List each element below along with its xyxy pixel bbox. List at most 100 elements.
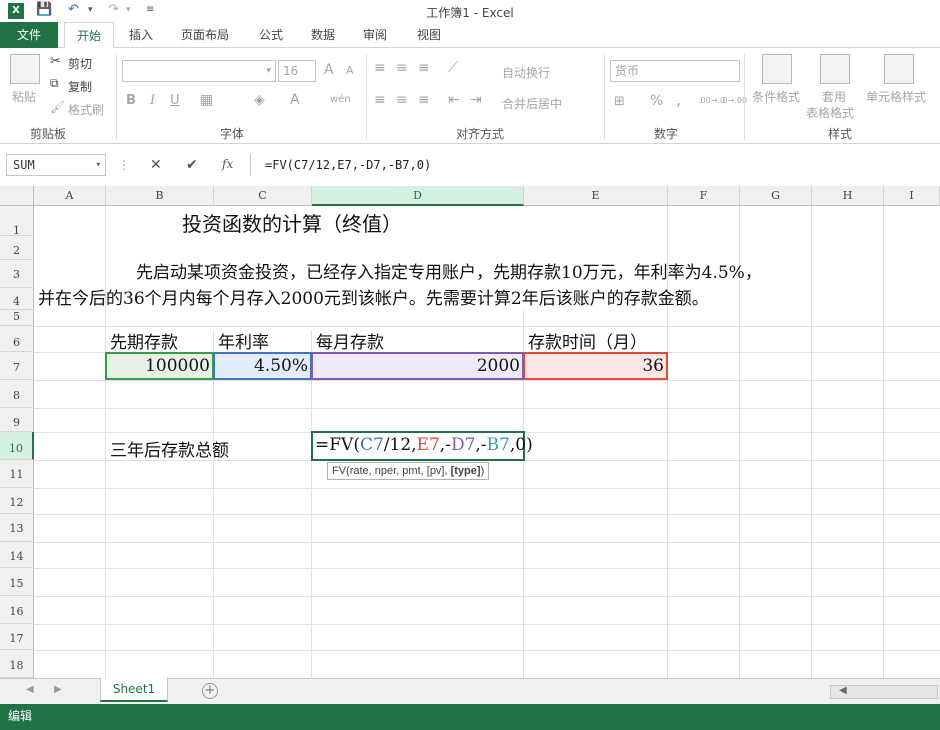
- align-center-icon[interactable]: ≡: [396, 92, 408, 108]
- cell-d6[interactable]: 每月存款: [316, 328, 384, 353]
- select-all-corner[interactable]: [0, 186, 34, 206]
- cell-c6[interactable]: 年利率: [218, 328, 269, 353]
- insert-function-icon[interactable]: fx: [222, 157, 233, 171]
- cell-e7[interactable]: 36: [524, 356, 664, 376]
- scroll-left-icon[interactable]: ◀: [839, 685, 847, 696]
- cell-b6[interactable]: 先期存款: [110, 328, 178, 353]
- comma-button[interactable]: ,: [676, 90, 681, 109]
- wrap-text-button[interactable]: 自动换行: [502, 64, 550, 81]
- cut-button[interactable]: 剪切: [68, 55, 92, 72]
- cell-b7[interactable]: 100000: [106, 356, 210, 376]
- cell-description-line1[interactable]: 先启动某项资金投资，已经存入指定专用账户，先期存款10万元，年利率为4.5%，: [136, 258, 762, 283]
- font-size-combo[interactable]: 16: [278, 60, 316, 82]
- tab-view[interactable]: 视图: [408, 22, 450, 48]
- row-header-11[interactable]: 11: [0, 460, 34, 488]
- grow-font-button[interactable]: A: [324, 62, 334, 78]
- row-header-4[interactable]: 4: [0, 288, 34, 310]
- tab-insert[interactable]: 插入: [118, 22, 164, 48]
- row-header-10[interactable]: 10: [0, 432, 34, 460]
- number-format-combo[interactable]: 货币: [610, 60, 740, 82]
- percent-button[interactable]: %: [650, 93, 663, 109]
- decrease-decimal-button[interactable]: .0→.00: [720, 96, 747, 105]
- cut-icon[interactable]: ✂: [50, 54, 61, 69]
- cell-styles-button[interactable]: 单元格样式: [866, 88, 926, 105]
- decrease-indent-icon[interactable]: ⇤: [448, 92, 460, 108]
- format-table-button-2[interactable]: 表格格式: [806, 104, 854, 121]
- row-header-7[interactable]: 7: [0, 352, 34, 380]
- copy-button[interactable]: 复制: [68, 78, 92, 95]
- fill-color-icon[interactable]: ◈: [254, 92, 265, 108]
- column-header-b[interactable]: B: [106, 186, 214, 206]
- font-name-combo[interactable]: ▾: [122, 60, 276, 82]
- cell-styles-icon[interactable]: [884, 54, 914, 84]
- currency-icon[interactable]: ⊞: [614, 94, 625, 109]
- column-header-g[interactable]: G: [740, 186, 812, 206]
- row-header-13[interactable]: 13: [0, 514, 34, 542]
- row-header-17[interactable]: 17: [0, 624, 34, 650]
- cell-e6[interactable]: 存款时间（月）: [528, 328, 647, 353]
- copy-icon[interactable]: ⧉: [50, 76, 59, 91]
- align-right-icon[interactable]: ≡: [418, 92, 430, 108]
- row-header-1[interactable]: 1: [0, 206, 34, 237]
- tab-page-layout[interactable]: 页面布局: [172, 22, 238, 48]
- phonetic-button[interactable]: wén: [330, 94, 351, 105]
- conditional-format-icon[interactable]: [762, 54, 792, 84]
- enter-icon[interactable]: ✔: [186, 157, 198, 173]
- row-header-5[interactable]: 5: [0, 310, 34, 326]
- paste-button[interactable]: 粘贴: [12, 88, 36, 105]
- tab-formulas[interactable]: 公式: [250, 22, 292, 48]
- cancel-icon[interactable]: ✕: [150, 157, 162, 173]
- tab-home[interactable]: 开始: [64, 22, 114, 49]
- row-header-14[interactable]: 14: [0, 542, 34, 568]
- row-header-6[interactable]: 6: [0, 326, 34, 352]
- italic-button[interactable]: I: [150, 93, 155, 108]
- row-header-9[interactable]: 9: [0, 408, 34, 432]
- column-header-d[interactable]: D: [312, 186, 524, 206]
- worksheet-grid[interactable]: A B C D E F G H I 1 2 3 4 5 6 7 8 9 10 1…: [0, 186, 940, 678]
- column-header-f[interactable]: F: [668, 186, 740, 206]
- row-header-16[interactable]: 16: [0, 596, 34, 624]
- format-table-button-1[interactable]: 套用: [822, 88, 846, 105]
- bold-button[interactable]: B: [126, 93, 136, 108]
- cell-d7[interactable]: 2000: [312, 356, 520, 376]
- column-header-a[interactable]: A: [34, 186, 106, 206]
- sheet-tab-sheet1[interactable]: Sheet1: [100, 678, 168, 702]
- name-box[interactable]: SUM ▾: [6, 154, 106, 176]
- add-sheet-icon[interactable]: +: [202, 683, 218, 699]
- align-top-icon[interactable]: ≡: [374, 60, 386, 76]
- align-left-icon[interactable]: ≡: [374, 92, 386, 108]
- tab-review[interactable]: 审阅: [354, 22, 396, 48]
- cell-description-line2[interactable]: 并在今后的36个月内每个月存入2000元到该帐户。先需要计算2年后该账户的存款金…: [38, 284, 709, 309]
- column-header-e[interactable]: E: [524, 186, 668, 206]
- align-middle-icon[interactable]: ≡: [396, 60, 408, 76]
- cell-c7[interactable]: 4.50%: [214, 356, 308, 376]
- row-header-8[interactable]: 8: [0, 380, 34, 408]
- next-sheet-icon[interactable]: ▶: [54, 684, 62, 695]
- column-header-i[interactable]: I: [884, 186, 940, 206]
- format-painter-icon[interactable]: 🖌: [50, 100, 65, 114]
- shrink-font-button[interactable]: A: [346, 64, 354, 77]
- increase-indent-icon[interactable]: ⇥: [470, 92, 482, 108]
- borders-icon[interactable]: ▦: [200, 92, 213, 108]
- orientation-icon[interactable]: ⟋: [448, 60, 458, 76]
- font-color-icon[interactable]: A: [290, 92, 300, 108]
- paste-icon[interactable]: [10, 54, 40, 84]
- format-painter-button[interactable]: 格式刷: [68, 101, 104, 118]
- cell-b10[interactable]: 三年后存款总额: [110, 436, 229, 461]
- row-header-12[interactable]: 12: [0, 488, 34, 514]
- row-header-2[interactable]: 2: [0, 236, 34, 260]
- cell-title[interactable]: 投资函数的计算（终值）: [182, 208, 402, 237]
- column-header-h[interactable]: H: [812, 186, 884, 206]
- row-header-3[interactable]: 3: [0, 260, 34, 288]
- tab-data[interactable]: 数据: [302, 22, 344, 48]
- prev-sheet-icon[interactable]: ◀: [26, 684, 34, 695]
- merge-center-button[interactable]: 合并后居中: [502, 95, 562, 112]
- underline-button[interactable]: U: [170, 93, 180, 108]
- conditional-format-button[interactable]: 条件格式: [752, 88, 800, 105]
- row-header-15[interactable]: 15: [0, 568, 34, 596]
- tab-file[interactable]: 文件: [0, 22, 58, 48]
- align-bottom-icon[interactable]: ≡: [418, 60, 430, 76]
- row-header-18[interactable]: 18: [0, 650, 34, 678]
- format-table-icon[interactable]: [820, 54, 850, 84]
- horizontal-scrollbar[interactable]: ◀: [830, 685, 938, 699]
